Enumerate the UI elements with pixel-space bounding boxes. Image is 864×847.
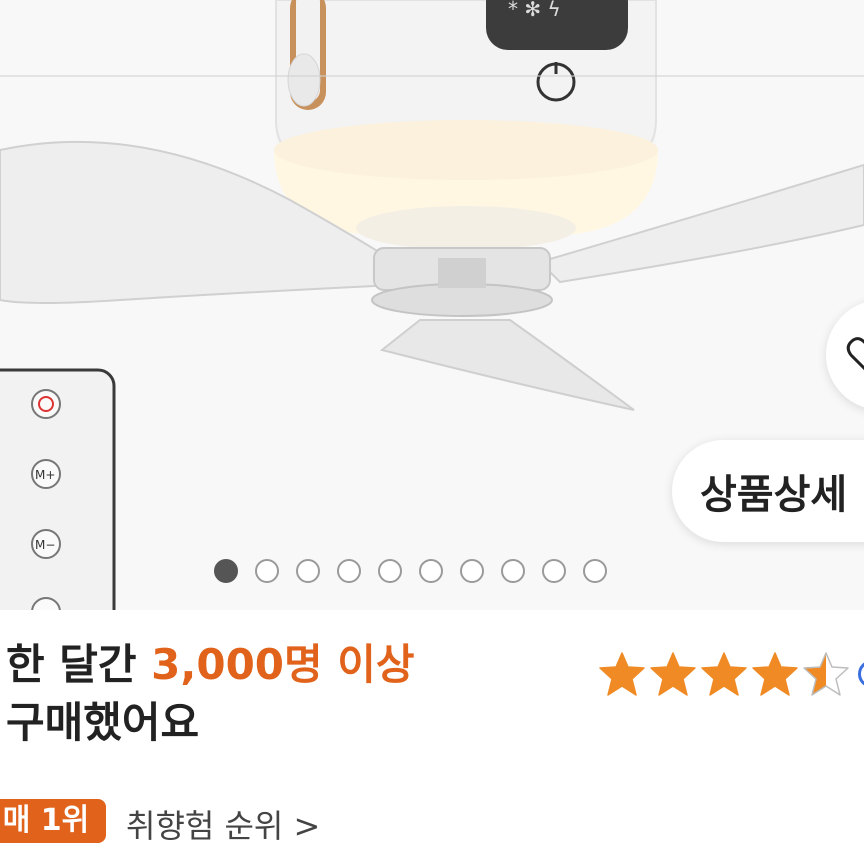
svg-text:* ✻ ϟ: * ✻ ϟ	[508, 0, 561, 21]
heart-icon	[846, 337, 864, 371]
carousel-pagination	[214, 559, 607, 587]
carousel-dot[interactable]	[214, 559, 238, 583]
header-divider	[0, 75, 864, 77]
carousel-dot[interactable]	[460, 559, 484, 583]
carousel-dot[interactable]	[583, 559, 607, 583]
product-detail-button[interactable]: 상품상세	[672, 440, 864, 542]
ranking-badge: 매 1위	[0, 799, 106, 843]
carousel-dot[interactable]	[419, 559, 443, 583]
star-rating[interactable]	[597, 650, 851, 698]
headline-line2: 구매했어요	[6, 698, 200, 747]
svg-text:M+: M+	[35, 468, 55, 482]
star-icon	[599, 652, 645, 696]
headline-accent: 3,000명 이상	[151, 640, 415, 689]
headline-prefix: 한 달간	[6, 640, 152, 689]
carousel-dot[interactable]	[337, 559, 361, 583]
carousel-dot[interactable]	[542, 559, 566, 583]
ranking-row: 매 1위 취향험 순위 >	[0, 795, 864, 845]
carousel-dot[interactable]	[378, 559, 402, 583]
rating-info-icon[interactable]	[858, 660, 864, 688]
carousel-dot[interactable]	[255, 559, 279, 583]
product-detail-label: 상품상세	[700, 472, 848, 518]
carousel-dot[interactable]	[501, 559, 525, 583]
star-icon	[701, 652, 747, 696]
svg-text:M−: M−	[35, 538, 55, 552]
star-icon	[752, 652, 798, 696]
star-icon	[803, 652, 849, 696]
star-icon	[650, 652, 696, 696]
product-image-carousel[interactable]: * ✻ ϟ M+ M− 상품상세	[0, 0, 864, 610]
carousel-dot[interactable]	[296, 559, 320, 583]
ranking-link[interactable]: 취향험 순위 >	[126, 801, 320, 847]
purchase-stat-headline: 한 달간 3,000명 이상 구매했어요	[6, 636, 415, 752]
